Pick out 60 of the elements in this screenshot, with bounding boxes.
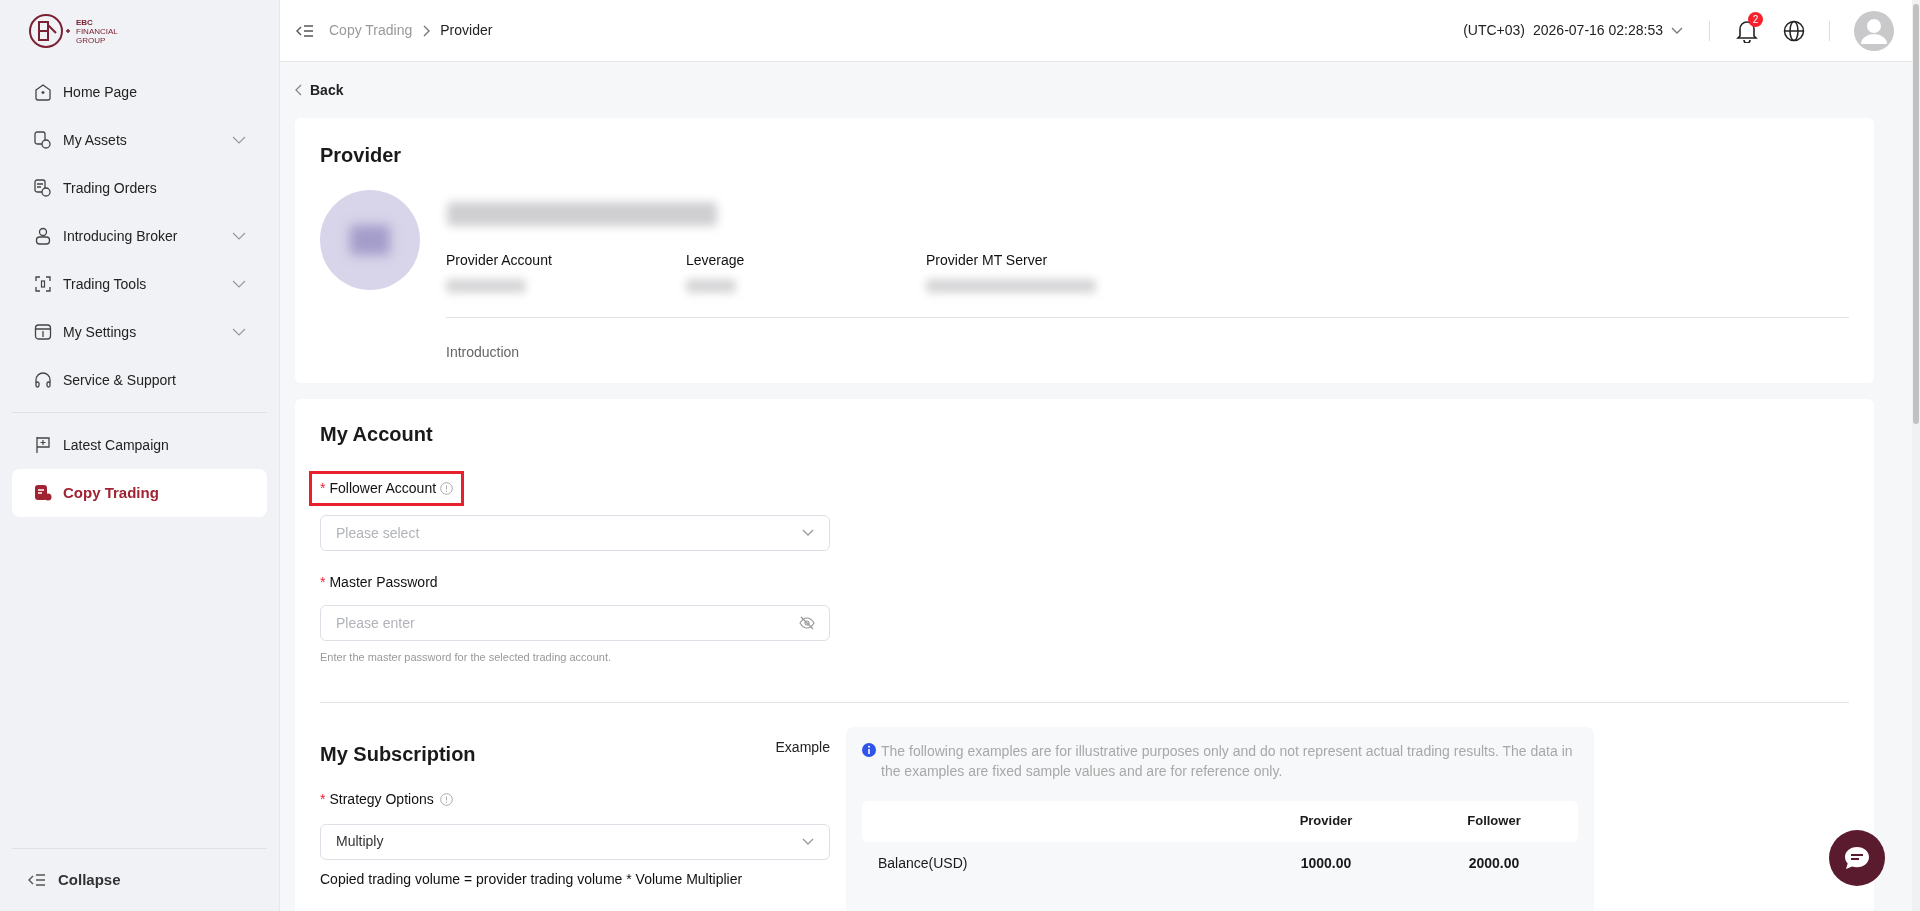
sidebar-item[interactable]: My Settings — [12, 308, 267, 356]
globe-icon[interactable] — [1783, 19, 1805, 42]
collapse-icon — [28, 873, 46, 887]
strategy-select[interactable]: Multiply — [320, 823, 830, 860]
redacted-value — [686, 279, 736, 293]
back-button[interactable]: Back — [295, 62, 344, 118]
chevron-down-icon — [802, 837, 814, 846]
document-icon — [33, 483, 53, 503]
section-title: My Account — [320, 422, 434, 447]
formula-text: Copied trading volume = provider trading volume * Volume Multiplier — [320, 869, 744, 889]
info-icon — [862, 742, 876, 757]
sidebar-item[interactable]: My Assets — [12, 116, 267, 164]
field-label: Provider Account — [446, 251, 553, 270]
master-password-input[interactable]: Please enter — [320, 605, 830, 641]
table-cell-text: 2000.00 — [1468, 854, 1520, 873]
sidebar-item[interactable]: Latest Campaign — [12, 421, 267, 469]
breadcrumb-current: Provider — [440, 21, 493, 40]
sidebar-item[interactable]: Copy Trading — [12, 469, 267, 517]
logo-text: GROUP — [76, 35, 107, 45]
section-title: My Subscription — [320, 741, 476, 767]
introduction-label: Introduction — [446, 343, 521, 362]
sidebar-item[interactable]: Trading Orders — [12, 164, 267, 212]
sidebar-item[interactable]: Introducing Broker — [12, 212, 267, 260]
chevron-left-icon — [295, 84, 302, 96]
required-mark: * — [320, 479, 326, 498]
example-link[interactable]: Example — [775, 737, 830, 758]
chevron-right-icon — [422, 24, 431, 37]
field-label: Leverage — [686, 251, 746, 270]
logo-text: FINANCIAL — [76, 26, 118, 36]
frame-icon — [33, 274, 53, 294]
logo-text: EBC — [76, 17, 94, 27]
logo-icon — [28, 11, 72, 51]
home-icon — [33, 82, 53, 102]
sidebar-item[interactable]: Trading Tools — [12, 260, 267, 308]
required-mark: * — [320, 573, 326, 592]
eye-off-icon[interactable] — [799, 616, 815, 630]
field-label: Strategy Options — [329, 789, 434, 809]
chat-icon — [1843, 845, 1871, 871]
column-header: Provider — [1299, 812, 1353, 831]
chevron-down-icon — [802, 529, 814, 537]
flag-icon — [33, 435, 53, 455]
sidebar-item[interactable]: Home Page — [12, 68, 267, 116]
field-label: Provider MT Server — [926, 251, 1049, 270]
notification-badge: 2 — [1748, 11, 1763, 27]
menu-toggle-icon[interactable] — [296, 23, 314, 38]
disclaimer-text: The following examples are for illustrative purposes only and do not represent actual trading results. The data in the examples are fixed sample values and are for reference only. — [881, 741, 1574, 781]
person-icon — [33, 226, 53, 246]
headset-icon — [33, 370, 53, 390]
sidebar-item[interactable]: Service & Support — [12, 356, 267, 404]
collapse-button[interactable]: Collapse — [12, 849, 267, 911]
field-label: Master Password — [329, 573, 438, 592]
required-mark: * — [320, 789, 326, 809]
table-cell-text: 1000.00 — [1300, 854, 1352, 873]
chevron-down-icon — [1671, 26, 1683, 35]
column-header: Follower — [1467, 812, 1521, 831]
timezone-selector[interactable]: (UTC+03) 2026-07-16 02:28:53 — [1463, 20, 1683, 41]
section-title: Provider — [320, 143, 403, 168]
hint-text: Enter the master password for the selected trading account. — [320, 650, 613, 665]
table-cell-text: Balance(USD) — [877, 854, 969, 873]
field-label: Follower Account — [329, 479, 437, 498]
